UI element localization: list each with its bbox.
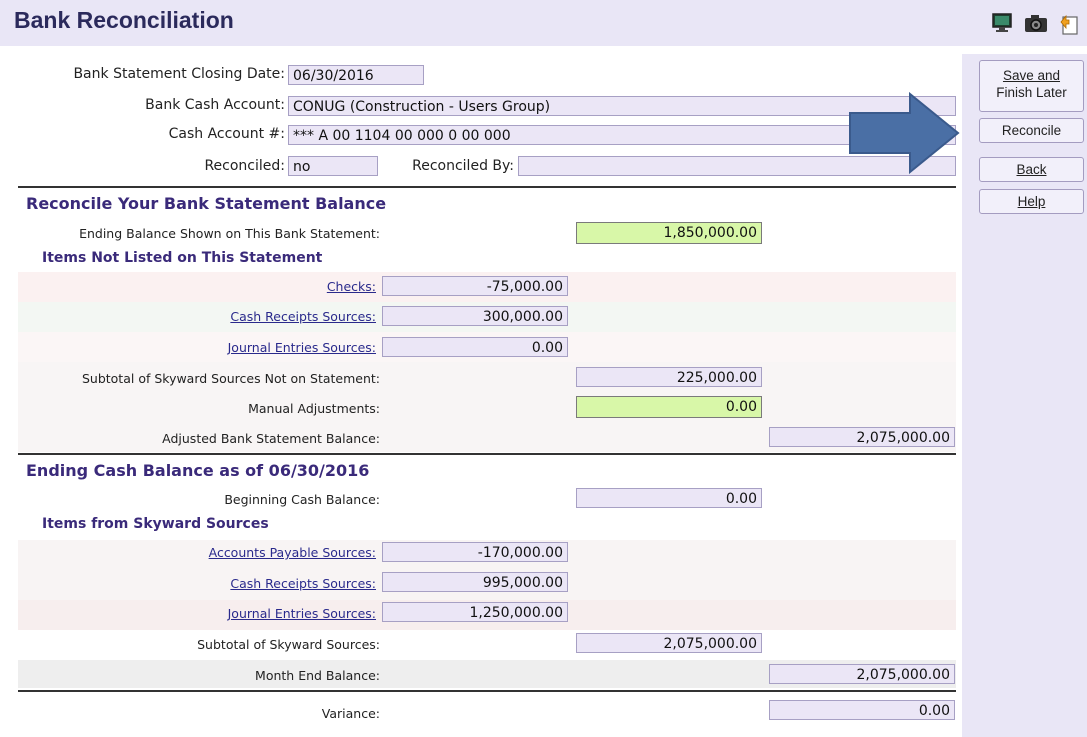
- cash-section-heading: Ending Cash Balance as of 06/30/2016: [26, 461, 370, 480]
- subtotal-not-on-statement-field: 225,000.00: [576, 367, 762, 387]
- month-end-balance-label: Month End Balance:: [255, 668, 380, 683]
- checks-link[interactable]: Checks:: [327, 279, 376, 294]
- divider: [18, 690, 956, 692]
- cash-receipts-sources-link[interactable]: Cash Receipts Sources:: [230, 576, 376, 591]
- variance-label: Variance:: [321, 706, 380, 721]
- divider: [18, 453, 956, 455]
- statement-section-heading: Reconcile Your Bank Statement Balance: [26, 194, 387, 213]
- help-button-label: Help: [1017, 194, 1046, 209]
- save-and-finish-later-button[interactable]: Save and Finish Later: [979, 60, 1084, 112]
- cash-receipts-link[interactable]: Cash Receipts Sources:: [230, 309, 376, 324]
- journal-entries-field: 0.00: [382, 337, 568, 357]
- ending-balance-field[interactable]: 1,850,000.00: [576, 222, 762, 244]
- back-button[interactable]: Back: [979, 157, 1084, 182]
- closing-date-field[interactable]: 06/30/2016: [288, 65, 424, 85]
- journal-entries-sources-link[interactable]: Journal Entries Sources:: [228, 606, 376, 621]
- subtotal-not-on-statement-label: Subtotal of Skyward Sources Not on State…: [81, 371, 380, 386]
- save-button-line1: Save and: [1002, 68, 1061, 83]
- manual-adjustments-label: Manual Adjustments:: [248, 401, 380, 416]
- reconciled-field[interactable]: no: [288, 156, 378, 176]
- monitor-icon[interactable]: [990, 12, 1014, 34]
- help-button[interactable]: Help: [979, 189, 1084, 214]
- journal-entries-sources-field: 1,250,000.00: [382, 602, 568, 622]
- beginning-balance-field: 0.00: [576, 488, 762, 508]
- beginning-balance-label: Beginning Cash Balance:: [224, 492, 380, 507]
- variance-field: 0.00: [769, 700, 955, 720]
- accounts-payable-field: -170,000.00: [382, 542, 568, 562]
- cash-account-number-label: Cash Account #:: [168, 126, 285, 142]
- accounts-payable-link[interactable]: Accounts Payable Sources:: [209, 545, 376, 560]
- reconciled-by-label: Reconciled By:: [412, 158, 514, 174]
- adjusted-balance-label: Adjusted Bank Statement Balance:: [162, 431, 380, 446]
- checks-field: -75,000.00: [382, 276, 568, 296]
- ending-balance-label: Ending Balance Shown on This Bank Statem…: [79, 226, 380, 241]
- cash-receipts-sources-field: 995,000.00: [382, 572, 568, 592]
- title-bar: Bank Reconciliation: [0, 0, 1087, 46]
- save-button-line2: Finish Later: [996, 85, 1067, 100]
- callout-arrow-icon: [848, 91, 962, 178]
- adjusted-balance-field: 2,075,000.00: [769, 427, 955, 447]
- back-button-label: Back: [1016, 162, 1047, 177]
- manual-adjustments-field[interactable]: 0.00: [576, 396, 762, 418]
- reconciled-label: Reconciled:: [204, 158, 285, 174]
- clipboard-icon[interactable]: [1057, 12, 1081, 35]
- camera-icon[interactable]: [1023, 12, 1047, 34]
- subtotal-skyward-label: Subtotal of Skyward Sources:: [197, 637, 380, 652]
- page-title: Bank Reconciliation: [14, 7, 234, 33]
- bank-cash-account-label: Bank Cash Account:: [145, 97, 285, 113]
- items-not-listed-heading: Items Not Listed on This Statement: [42, 250, 323, 266]
- reconcile-button-label: Reconcile: [1001, 123, 1062, 138]
- closing-date-label: Bank Statement Closing Date:: [73, 66, 285, 82]
- divider: [18, 186, 956, 188]
- subtotal-skyward-field: 2,075,000.00: [576, 633, 762, 653]
- cash-receipts-field: 300,000.00: [382, 306, 568, 326]
- journal-entries-link[interactable]: Journal Entries Sources:: [228, 340, 376, 355]
- month-end-balance-field: 2,075,000.00: [769, 664, 955, 684]
- items-from-skyward-heading: Items from Skyward Sources: [42, 516, 269, 532]
- reconcile-button[interactable]: Reconcile: [979, 118, 1084, 143]
